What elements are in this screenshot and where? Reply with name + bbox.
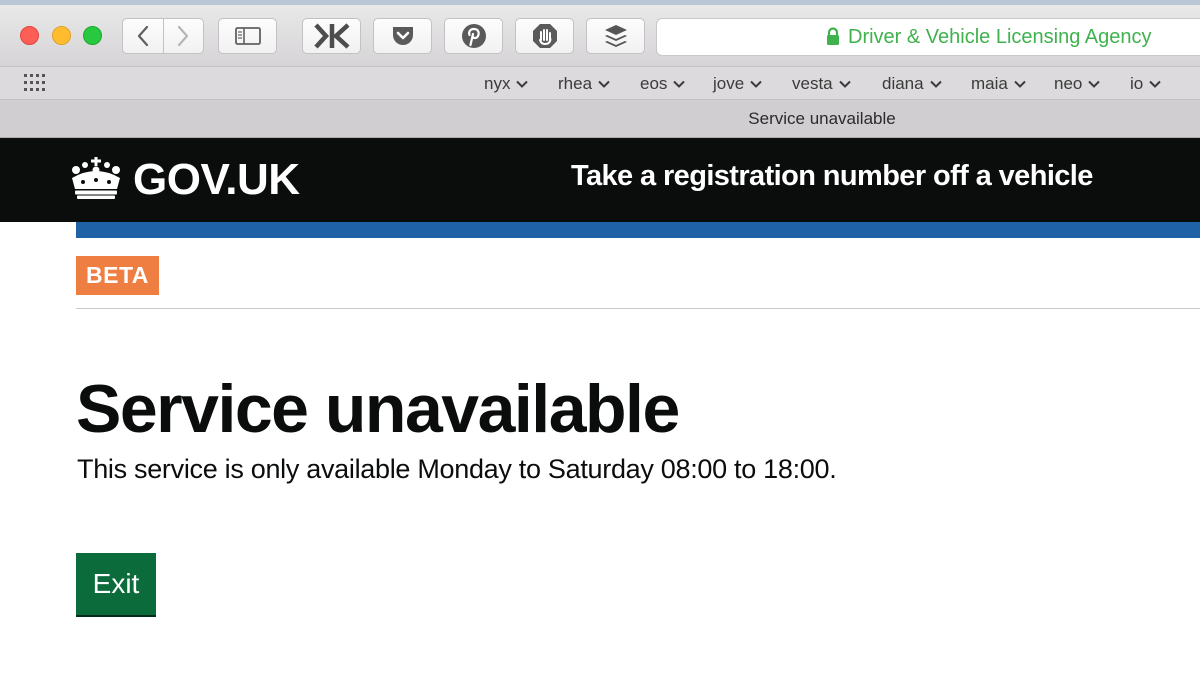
bookmark-label: diana xyxy=(882,74,924,93)
window-close-button[interactable] xyxy=(20,26,39,45)
window-minimize-button[interactable] xyxy=(52,26,71,45)
bookmark-folder-nyx[interactable]: nyx xyxy=(484,74,529,94)
chevron-down-icon xyxy=(1149,80,1161,88)
buffer-icon xyxy=(604,25,627,47)
window-top-edge xyxy=(0,0,1200,5)
header-blue-rule xyxy=(76,222,1200,238)
pinterest-extension-button[interactable] xyxy=(444,18,503,54)
bookmark-folder-maia[interactable]: maia xyxy=(971,74,1026,94)
address-bar-text: Driver & Vehicle Licensing Agency xyxy=(848,26,1152,48)
chevron-down-icon xyxy=(516,80,529,88)
adblock-extension-button[interactable] xyxy=(515,18,574,54)
window-zoom-button[interactable] xyxy=(83,26,102,45)
active-tab-title[interactable]: Service unavailable xyxy=(0,109,1200,129)
chevron-down-icon xyxy=(598,80,610,88)
chevron-down-icon xyxy=(1088,80,1101,88)
chevron-down-icon xyxy=(750,80,762,88)
sidebar-icon xyxy=(234,27,261,45)
lock-icon xyxy=(827,27,839,45)
bookmark-folder-diana[interactable]: diana xyxy=(882,74,942,94)
availability-message: This service is only available Monday to… xyxy=(77,454,837,484)
bookmark-folder-jove[interactable]: jove xyxy=(713,74,762,94)
bookmark-label: eos xyxy=(640,74,668,93)
govuk-logo-text[interactable]: GOV.UK xyxy=(133,155,300,205)
back-button[interactable] xyxy=(123,19,163,53)
page-title: Service unavailable xyxy=(76,371,680,447)
bookmark-label: maia xyxy=(971,74,1008,93)
bookmark-folder-rhea[interactable]: rhea xyxy=(558,74,610,94)
bookmark-folder-eos[interactable]: eos xyxy=(640,74,686,94)
buffer-extension-button[interactable] xyxy=(586,18,645,54)
sidebar-button[interactable] xyxy=(218,18,277,54)
bookmark-label: vesta xyxy=(792,74,833,93)
pocket-extension-button[interactable] xyxy=(373,18,432,54)
chevron-down-icon xyxy=(929,80,942,88)
adblock-icon xyxy=(532,24,557,48)
chevron-down-icon xyxy=(838,80,851,88)
forward-button[interactable] xyxy=(162,19,204,53)
pinterest-icon xyxy=(461,24,486,48)
phase-banner-divider xyxy=(76,308,1200,309)
forward-icon xyxy=(178,25,189,47)
back-forward-group xyxy=(122,18,204,54)
bookmark-folder-neo[interactable]: neo xyxy=(1054,74,1101,94)
service-name-link[interactable]: Take a registration number off a vehicle xyxy=(571,160,1093,193)
bookmark-folder-io[interactable]: io xyxy=(1130,74,1161,94)
bookmark-label: nyx xyxy=(484,74,511,93)
top-sites-grid-icon[interactable] xyxy=(24,74,46,92)
bookmark-label: io xyxy=(1130,74,1144,93)
phase-tag: BETA xyxy=(76,256,159,295)
kippt-icon xyxy=(313,23,350,49)
kippt-extension-button[interactable] xyxy=(302,18,361,54)
bookmark-label: rhea xyxy=(558,74,593,93)
chevron-down-icon xyxy=(1014,80,1026,88)
crown-icon[interactable] xyxy=(68,156,124,200)
exit-button[interactable]: Exit xyxy=(76,553,156,615)
bookmark-label: jove xyxy=(713,74,745,93)
bookmark-folder-vesta[interactable]: vesta xyxy=(792,74,851,94)
chevron-down-icon xyxy=(673,80,686,88)
bookmark-label: neo xyxy=(1054,74,1083,93)
pocket-icon xyxy=(392,27,413,45)
back-icon xyxy=(137,25,148,47)
